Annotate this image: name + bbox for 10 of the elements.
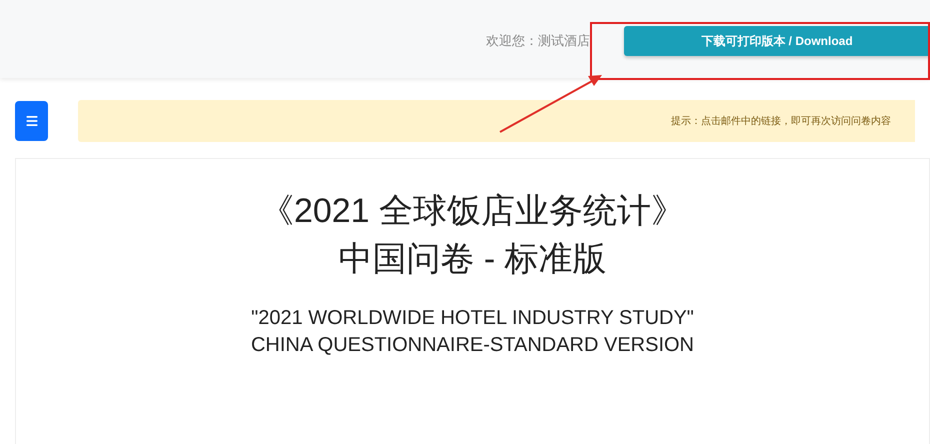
welcome-text: 欢迎您：测试酒店: [486, 32, 590, 50]
notice-text: 提示：点击邮件中的链接，即可再次访问问卷内容: [671, 114, 891, 128]
document-title: 《2021 全球饭店业务统计》: [260, 191, 686, 232]
document-subtitle: "2021 WORLDWIDE HOTEL INDUSTRY STUDY": [251, 306, 694, 331]
download-button[interactable]: 下载可打印版本 / Download: [624, 26, 930, 56]
arrow-icon: [498, 72, 604, 134]
menu-button[interactable]: [15, 101, 48, 141]
document-subtitle: CHINA QUESTIONNAIRE-STANDARD VERSION: [250, 333, 694, 358]
menu-icon: [24, 114, 38, 128]
document-title: 中国问卷 - 标准版: [338, 239, 607, 280]
